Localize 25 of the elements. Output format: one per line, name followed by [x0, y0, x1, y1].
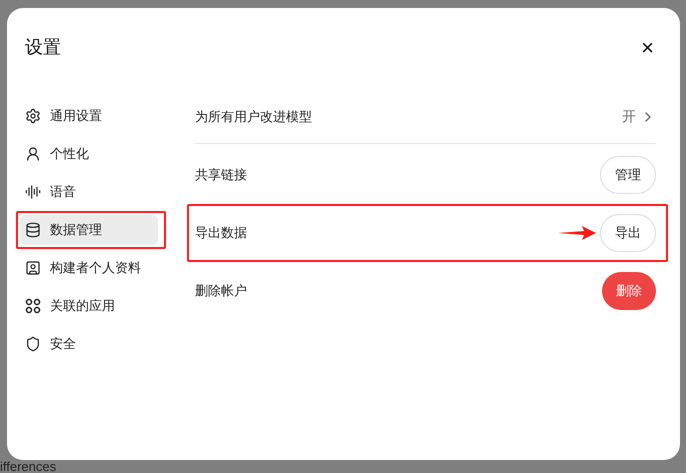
four-circles-icon: [25, 298, 41, 314]
sidebar-item[interactable]: 通用设置: [20, 101, 158, 131]
delete-button[interactable]: 删除: [602, 272, 656, 310]
toggle-link[interactable]: 开: [622, 106, 656, 127]
person-icon: [25, 146, 41, 162]
sidebar-item[interactable]: 关联的应用: [20, 291, 158, 321]
background-text: ifferences: [0, 460, 56, 473]
id-card-icon: [25, 260, 41, 276]
sidebar-item[interactable]: 安全: [20, 329, 158, 359]
setting-label: 删除帐户: [195, 282, 247, 300]
sidebar-item[interactable]: 数据管理: [20, 215, 158, 245]
sidebar-item[interactable]: 语音: [20, 177, 158, 207]
setting-label: 导出数据: [195, 224, 247, 242]
gear-icon: [25, 108, 41, 124]
audio-lines-icon: [25, 184, 41, 200]
shield-icon: [25, 336, 41, 352]
close-button[interactable]: ×: [641, 36, 654, 58]
setting-label: 共享链接: [195, 166, 247, 184]
setting-label: 为所有用户改进模型: [195, 108, 312, 126]
sidebar-item[interactable]: 构建者个人资料: [20, 253, 158, 283]
action-button[interactable]: 导出: [600, 214, 656, 252]
database-icon: [25, 222, 41, 238]
action-button[interactable]: 管理: [600, 156, 656, 194]
dialog-title: 设置: [25, 36, 61, 59]
sidebar-item[interactable]: 个性化: [20, 139, 158, 169]
